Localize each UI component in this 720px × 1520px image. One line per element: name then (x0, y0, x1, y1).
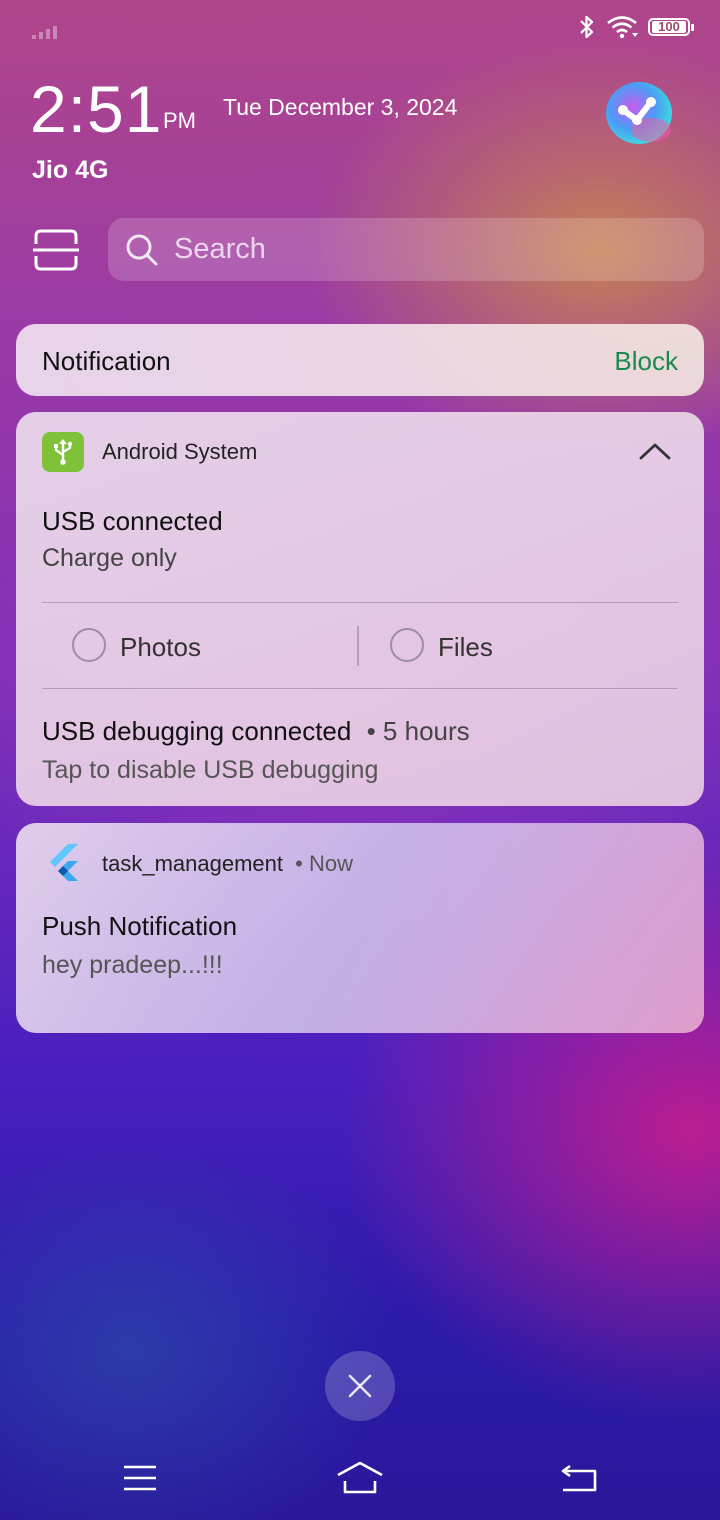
battery-icon: 100 (648, 18, 694, 36)
wifi-icon (607, 16, 638, 39)
signal-bars-icon (32, 26, 57, 39)
clock-ampm: PM (163, 108, 196, 133)
notification-title: Push Notification (42, 911, 238, 941)
bluetooth-icon (580, 15, 594, 39)
usb-debugging-label: USB debugging connected (42, 716, 352, 746)
block-button[interactable]: Block (614, 346, 678, 377)
files-radio[interactable] (390, 628, 424, 662)
android-system-notification[interactable]: Android System USB connected Charge only… (16, 412, 704, 806)
notification-subtitle: Charge only (42, 544, 177, 572)
flutter-icon (50, 844, 78, 881)
app-name: task_management (102, 851, 283, 876)
chevron-up-icon[interactable] (638, 440, 672, 462)
clear-all-button[interactable] (325, 1351, 395, 1421)
notification-title: USB connected (42, 506, 223, 536)
app-name: Android System (102, 439, 258, 464)
home-icon (337, 1461, 383, 1494)
battery-level: 100 (652, 20, 686, 33)
photos-radio[interactable] (72, 628, 106, 662)
search-icon (126, 234, 158, 265)
option-separator (357, 626, 359, 666)
menu-nav-button[interactable] (110, 1452, 170, 1504)
back-icon (561, 1464, 597, 1492)
usb-icon (42, 432, 84, 472)
notification-label: Notification (42, 346, 171, 376)
close-icon (348, 1374, 372, 1398)
divider (42, 602, 678, 603)
search-placeholder: Search (174, 233, 266, 265)
files-option-label[interactable]: Files (438, 632, 493, 663)
usb-debugging-time: • 5 hours (366, 716, 470, 746)
app-name-line: task_management • Now (102, 851, 353, 877)
search-bar[interactable]: Search (108, 218, 704, 281)
usb-debugging-subtitle[interactable]: Tap to disable USB debugging (42, 756, 378, 785)
task-management-notification[interactable]: task_management • Now Push Notification … (16, 823, 704, 1033)
jovi-assistant-icon[interactable] (603, 80, 675, 146)
date-label: Tue December 3, 2024 (223, 94, 458, 120)
notification-block-card: Notification Block (16, 324, 704, 396)
back-nav-button[interactable] (549, 1452, 609, 1504)
home-nav-button[interactable] (330, 1452, 390, 1504)
photos-option-label[interactable]: Photos (120, 632, 201, 663)
carrier-label: Jio 4G (32, 156, 109, 184)
menu-icon (124, 1465, 156, 1491)
clock-time: 2:51 (30, 72, 163, 146)
divider (42, 688, 678, 689)
notification-body: hey pradeep...!!! (42, 951, 223, 979)
usb-debugging-title[interactable]: USB debugging connected • 5 hours (42, 716, 470, 747)
status-bar: 100 (0, 14, 720, 46)
status-icons: 100 (578, 14, 694, 40)
notification-time: • Now (295, 851, 353, 876)
scan-icon[interactable] (32, 228, 80, 272)
